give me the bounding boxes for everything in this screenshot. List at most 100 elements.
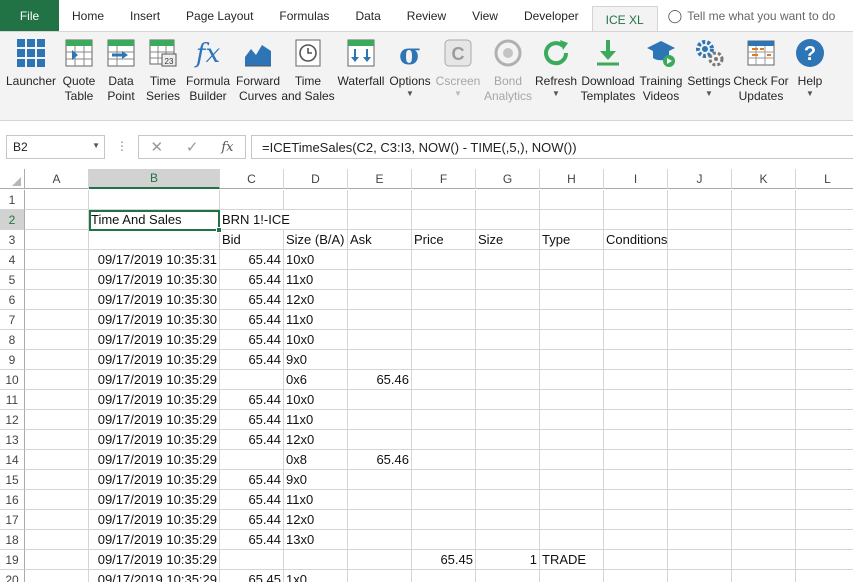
cell-a6[interactable] [25, 290, 89, 310]
cell-d9[interactable]: 9x0 [284, 350, 348, 370]
cell-h9[interactable] [540, 350, 604, 370]
insert-function-icon[interactable]: fx [221, 140, 233, 155]
row-header-11[interactable]: 11 [0, 390, 25, 410]
cell-i6[interactable] [604, 290, 668, 310]
cell-c1[interactable] [220, 190, 284, 210]
cell-k9[interactable] [732, 350, 796, 370]
row-header-8[interactable]: 8 [0, 330, 25, 350]
cell-i8[interactable] [604, 330, 668, 350]
cell-f15[interactable] [412, 470, 476, 490]
cell-j5[interactable] [668, 270, 732, 290]
refresh-button[interactable]: Refresh ▼ [535, 36, 577, 116]
cell-f20[interactable] [412, 570, 476, 582]
cell-k2[interactable] [732, 210, 796, 230]
cell-h17[interactable] [540, 510, 604, 530]
cell-a2[interactable] [25, 210, 89, 230]
column-header-g[interactable]: G [476, 169, 540, 189]
cell-l13[interactable] [796, 430, 853, 450]
cell-k15[interactable] [732, 470, 796, 490]
row-header-4[interactable]: 4 [0, 250, 25, 270]
cell-e17[interactable] [348, 510, 412, 530]
cell-j2[interactable] [668, 210, 732, 230]
help-dropdown-caret[interactable]: ▼ [806, 89, 814, 99]
cell-b12[interactable]: 09/17/2019 10:35:29 [89, 410, 220, 430]
cell-c9[interactable]: 65.44 [220, 350, 284, 370]
row-header-1[interactable]: 1 [0, 190, 25, 210]
cell-l20[interactable] [796, 570, 853, 582]
cell-f19[interactable]: 65.45 [412, 550, 476, 570]
cell-a16[interactable] [25, 490, 89, 510]
cell-e20[interactable] [348, 570, 412, 582]
cell-i16[interactable] [604, 490, 668, 510]
forward-curves-button[interactable]: Forward Curves [235, 36, 281, 116]
cell-h7[interactable] [540, 310, 604, 330]
worksheet-grid[interactable]: ABCDEFGHIJKL 1 2 Time And Sales BRN 1!-ICE 3… [0, 169, 853, 582]
cell-j7[interactable] [668, 310, 732, 330]
cell-f4[interactable] [412, 250, 476, 270]
row-header-18[interactable]: 18 [0, 530, 25, 550]
cell-a7[interactable] [25, 310, 89, 330]
cell-e9[interactable] [348, 350, 412, 370]
cell-g20[interactable] [476, 570, 540, 582]
column-header-i[interactable]: I [604, 169, 668, 189]
tab-data[interactable]: Data [342, 0, 393, 32]
cell-e2[interactable] [348, 210, 412, 230]
cell-h4[interactable] [540, 250, 604, 270]
cell-j9[interactable] [668, 350, 732, 370]
cell-j11[interactable] [668, 390, 732, 410]
cell-i14[interactable] [604, 450, 668, 470]
tell-me-box[interactable]: ◯ Tell me what you want to do [658, 0, 836, 32]
cell-c2[interactable]: BRN 1!-ICE [220, 210, 290, 230]
cell-h2[interactable] [540, 210, 604, 230]
cell-i19[interactable] [604, 550, 668, 570]
cell-a14[interactable] [25, 450, 89, 470]
check-for-updates-button[interactable]: Check For Updates [733, 36, 789, 116]
download-templates-button[interactable]: Download Templates [579, 36, 637, 116]
tab-formulas[interactable]: Formulas [266, 0, 342, 32]
cell-l12[interactable] [796, 410, 853, 430]
cell-j13[interactable] [668, 430, 732, 450]
column-header-k[interactable]: K [732, 169, 796, 189]
cell-k7[interactable] [732, 310, 796, 330]
cell-h16[interactable] [540, 490, 604, 510]
cell-d7[interactable]: 11x0 [284, 310, 348, 330]
cell-k13[interactable] [732, 430, 796, 450]
cell-i15[interactable] [604, 470, 668, 490]
cell-b2[interactable]: Time And Sales [89, 210, 220, 230]
cell-b17[interactable]: 09/17/2019 10:35:29 [89, 510, 220, 530]
cell-d1[interactable] [284, 190, 348, 210]
cell-c4[interactable]: 65.44 [220, 250, 284, 270]
cell-c7[interactable]: 65.44 [220, 310, 284, 330]
cell-k16[interactable] [732, 490, 796, 510]
cell-j8[interactable] [668, 330, 732, 350]
cell-k11[interactable] [732, 390, 796, 410]
row-header-7[interactable]: 7 [0, 310, 25, 330]
cell-k1[interactable] [732, 190, 796, 210]
options-dropdown-caret[interactable]: ▼ [406, 89, 414, 99]
tab-home[interactable]: Home [59, 0, 117, 32]
row-header-2[interactable]: 2 [0, 210, 25, 230]
cell-k6[interactable] [732, 290, 796, 310]
cell-f17[interactable] [412, 510, 476, 530]
cell-g15[interactable] [476, 470, 540, 490]
cell-i7[interactable] [604, 310, 668, 330]
cell-d18[interactable]: 13x0 [284, 530, 348, 550]
cell-g12[interactable] [476, 410, 540, 430]
cell-g1[interactable] [476, 190, 540, 210]
cell-b15[interactable]: 09/17/2019 10:35:29 [89, 470, 220, 490]
row-header-5[interactable]: 5 [0, 270, 25, 290]
cell-c5[interactable]: 65.44 [220, 270, 284, 290]
cell-f6[interactable] [412, 290, 476, 310]
cell-g8[interactable] [476, 330, 540, 350]
cell-k12[interactable] [732, 410, 796, 430]
cell-e18[interactable] [348, 530, 412, 550]
cell-i13[interactable] [604, 430, 668, 450]
cell-a20[interactable] [25, 570, 89, 582]
bond-analytics-button[interactable]: Bond Analytics [483, 36, 533, 116]
cell-j16[interactable] [668, 490, 732, 510]
cell-j20[interactable] [668, 570, 732, 582]
cell-d5[interactable]: 11x0 [284, 270, 348, 290]
row-header-6[interactable]: 6 [0, 290, 25, 310]
cell-b20[interactable]: 09/17/2019 10:35:29 [89, 570, 220, 582]
cell-i4[interactable] [604, 250, 668, 270]
